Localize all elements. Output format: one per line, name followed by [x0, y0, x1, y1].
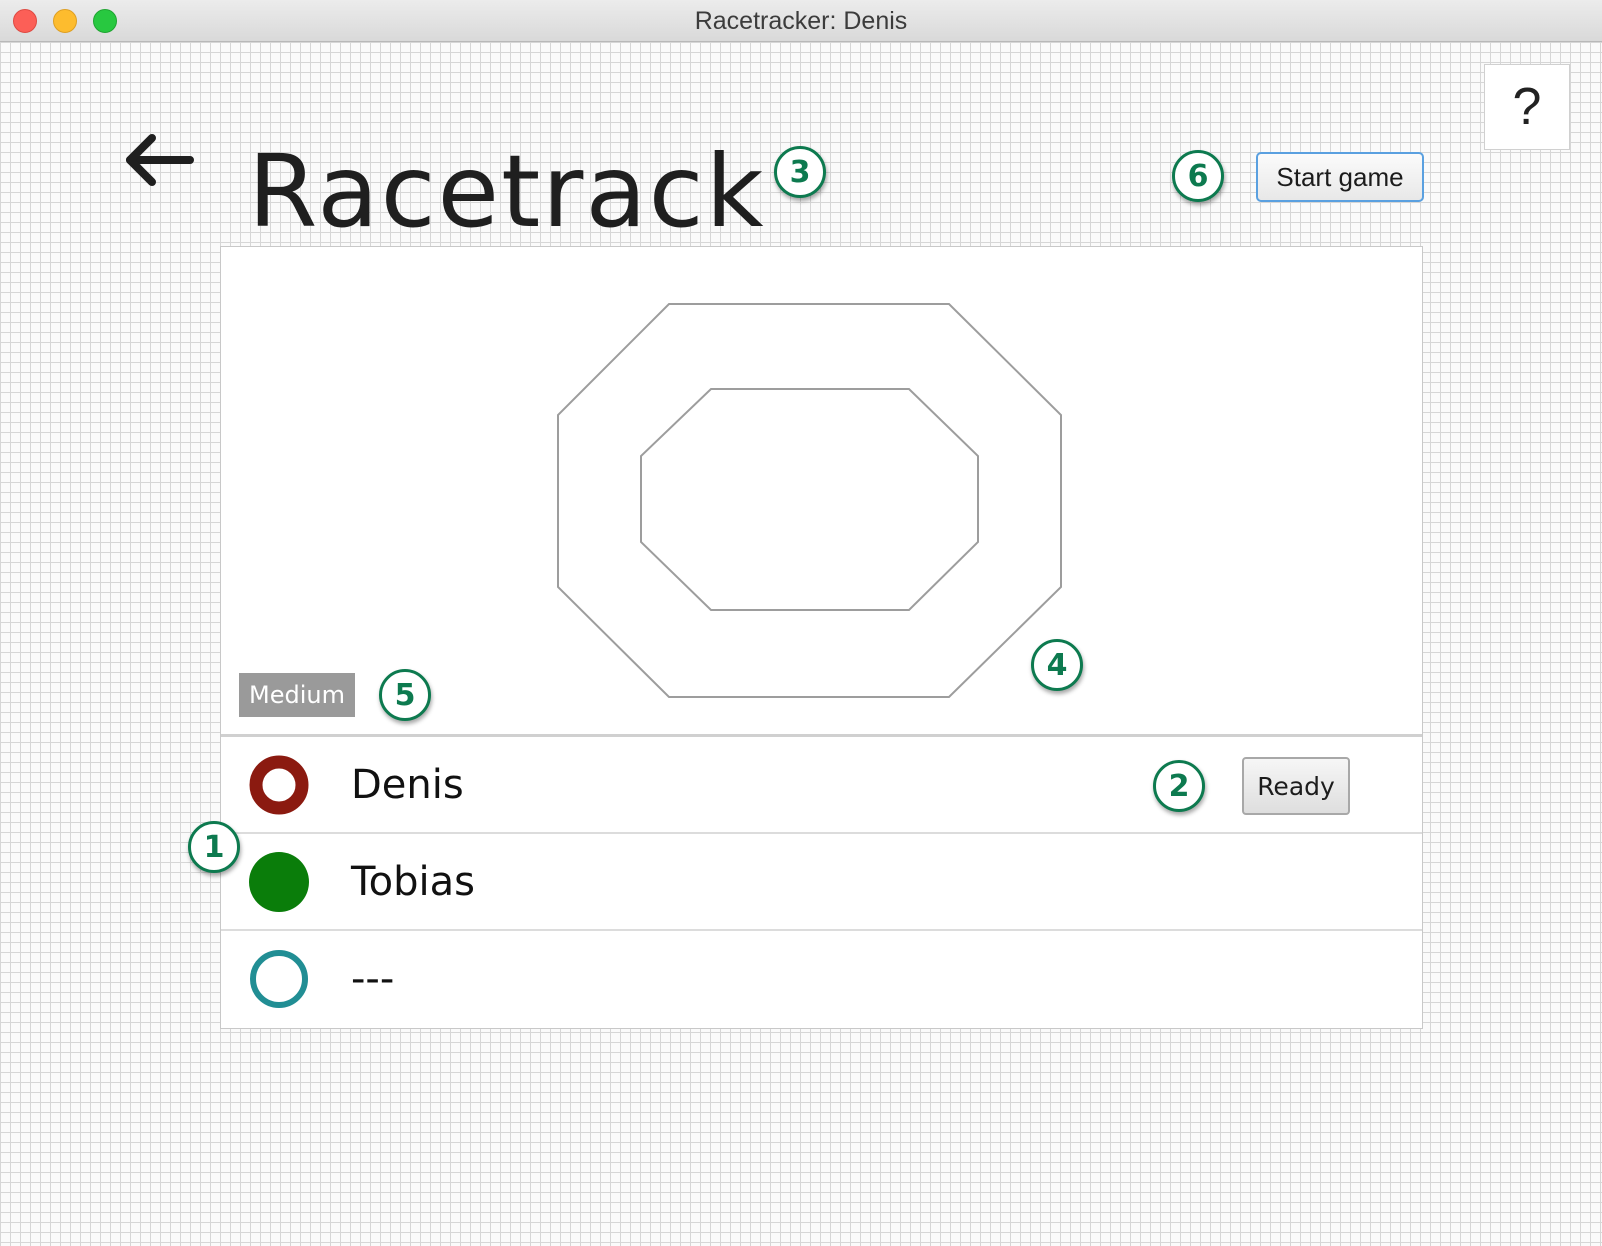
- game-panel: Medium 5 4 Denis 2 Ready Tobias ---: [220, 246, 1423, 1029]
- ready-button[interactable]: Ready: [1242, 757, 1350, 815]
- back-button[interactable]: [120, 130, 200, 190]
- player-name: Tobias: [351, 859, 475, 905]
- annotation-callout-6: 6: [1172, 150, 1224, 202]
- annotation-callout-3: 3: [774, 146, 826, 198]
- player-name: Denis: [351, 762, 464, 808]
- help-button[interactable]: ?: [1484, 64, 1570, 150]
- player-row-tobias: Tobias: [221, 834, 1422, 931]
- track-preview[interactable]: Medium 5 4: [221, 247, 1422, 737]
- player-row-empty-slot: ---: [221, 931, 1422, 1028]
- player-marker-filled-green-icon: [249, 852, 309, 912]
- track-outline-graphic: [557, 303, 1062, 698]
- player-marker-ring-teal-icon: [250, 950, 308, 1008]
- player-row-denis: Denis 2 Ready: [221, 737, 1422, 834]
- window-titlebar: Racetracker: Denis: [0, 0, 1602, 42]
- annotation-callout-5: 5: [379, 669, 431, 721]
- annotation-callout-2: 2: [1153, 760, 1205, 812]
- annotation-callout-4: 4: [1031, 639, 1083, 691]
- difficulty-badge[interactable]: Medium: [239, 673, 355, 717]
- page-title: Racetrack: [248, 133, 766, 250]
- content-area: ? Racetrack 3 6 Start game Medium 5 4 De…: [0, 42, 1602, 1246]
- window-title: Racetracker: Denis: [694, 7, 908, 35]
- annotation-callout-1: 1: [188, 821, 240, 873]
- player-marker-ring-red-icon: [249, 755, 309, 815]
- start-game-button[interactable]: Start game: [1256, 152, 1424, 202]
- player-name: ---: [351, 956, 395, 1002]
- left-arrow-icon: [126, 134, 194, 186]
